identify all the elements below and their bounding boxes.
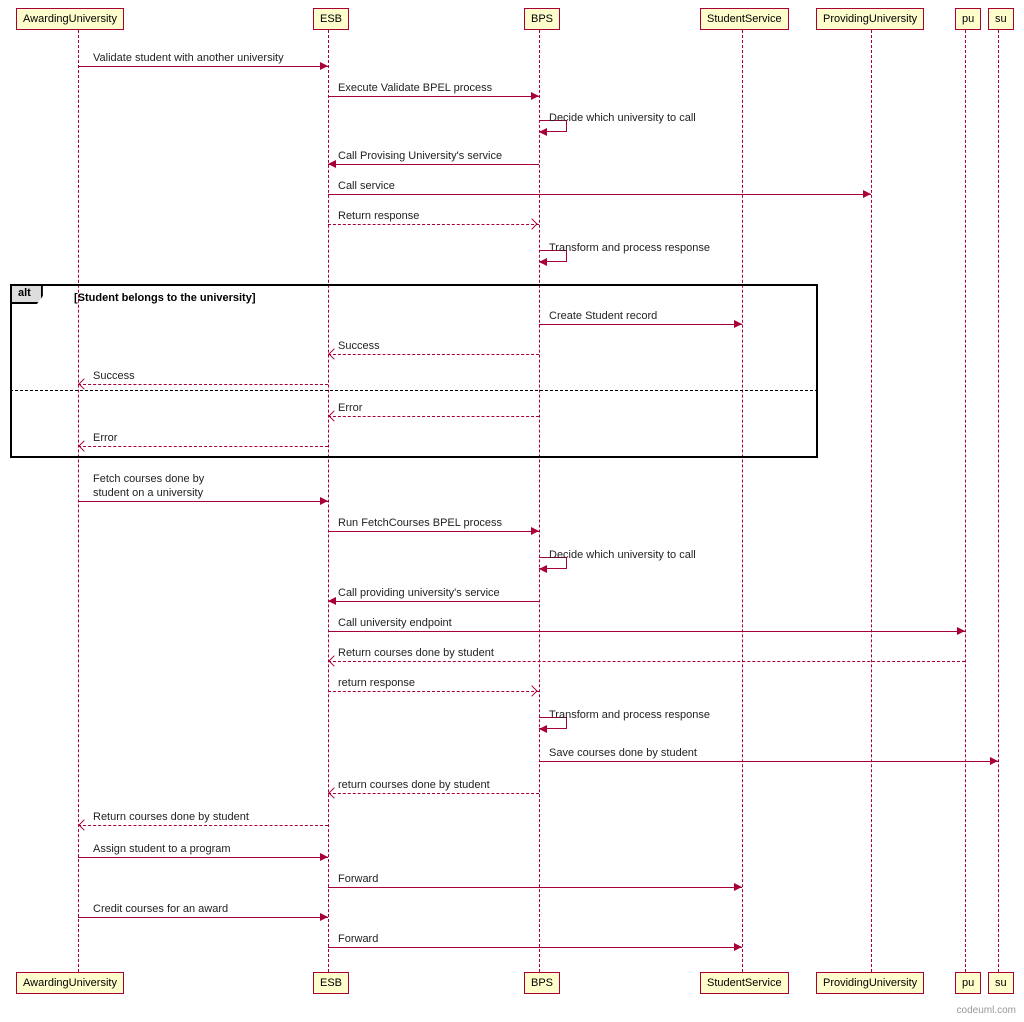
msg-call-service: Call service (338, 180, 395, 192)
participant-pu-bottom: pu (955, 972, 981, 994)
participant-esb-top: ESB (313, 8, 349, 30)
msg-transform-2: Transform and process response (549, 709, 710, 721)
participant-pu-top: pu (955, 8, 981, 30)
msg-return-courses-2: return courses done by student (338, 779, 490, 791)
participant-bps-top: BPS (524, 8, 560, 30)
msg-decide-university-2: Decide which university to call (549, 549, 696, 561)
msg-credit-courses: Credit courses for an award (93, 903, 228, 915)
lifeline-providinguniversity (871, 30, 872, 972)
msg-call-endpoint: Call university endpoint (338, 617, 452, 629)
participant-studentservice-top: StudentService (700, 8, 789, 30)
msg-forward-1: Forward (338, 873, 378, 885)
msg-return-response-2: return response (338, 677, 415, 689)
msg-run-fetchcourses: Run FetchCourses BPEL process (338, 517, 502, 529)
msg-fetch-courses-l1: Fetch courses done by (93, 473, 204, 485)
msg-assign-program: Assign student to a program (93, 843, 231, 855)
participant-su-top: su (988, 8, 1014, 30)
lifeline-esb (328, 30, 329, 972)
participant-esb-bottom: ESB (313, 972, 349, 994)
msg-create-student: Create Student record (549, 310, 657, 322)
alt-divider (10, 390, 818, 391)
msg-decide-university-1: Decide which university to call (549, 112, 696, 124)
msg-return-response-1: Return response (338, 210, 419, 222)
msg-fetch-courses-l2: student on a university (93, 487, 203, 499)
lifeline-bps (539, 30, 540, 972)
watermark: codeuml.com (957, 1005, 1016, 1016)
msg-forward-2: Forward (338, 933, 378, 945)
msg-success-2: Success (93, 370, 135, 382)
lifeline-su (998, 30, 999, 972)
lifeline-pu (965, 30, 966, 972)
participant-studentservice-bottom: StudentService (700, 972, 789, 994)
participant-awardinguniversity-bottom: AwardingUniversity (16, 972, 124, 994)
msg-save-courses: Save courses done by student (549, 747, 697, 759)
msg-success-1: Success (338, 340, 380, 352)
participant-providinguniversity-bottom: ProvidingUniversity (816, 972, 924, 994)
msg-execute-validate: Execute Validate BPEL process (338, 82, 492, 94)
msg-return-courses-1: Return courses done by student (338, 647, 494, 659)
msg-transform-1: Transform and process response (549, 242, 710, 254)
msg-call-providing-service-2: Call providing university's service (338, 587, 500, 599)
lifeline-studentservice (742, 30, 743, 972)
msg-validate-student: Validate student with another university (93, 52, 284, 64)
msg-call-providing-service-1: Call Provising University's service (338, 150, 502, 162)
msg-return-courses-3: Return courses done by student (93, 811, 249, 823)
participant-providinguniversity-top: ProvidingUniversity (816, 8, 924, 30)
participant-bps-bottom: BPS (524, 972, 560, 994)
msg-error-1: Error (338, 402, 362, 414)
participant-su-bottom: su (988, 972, 1014, 994)
msg-error-2: Error (93, 432, 117, 444)
participant-awardinguniversity-top: AwardingUniversity (16, 8, 124, 30)
